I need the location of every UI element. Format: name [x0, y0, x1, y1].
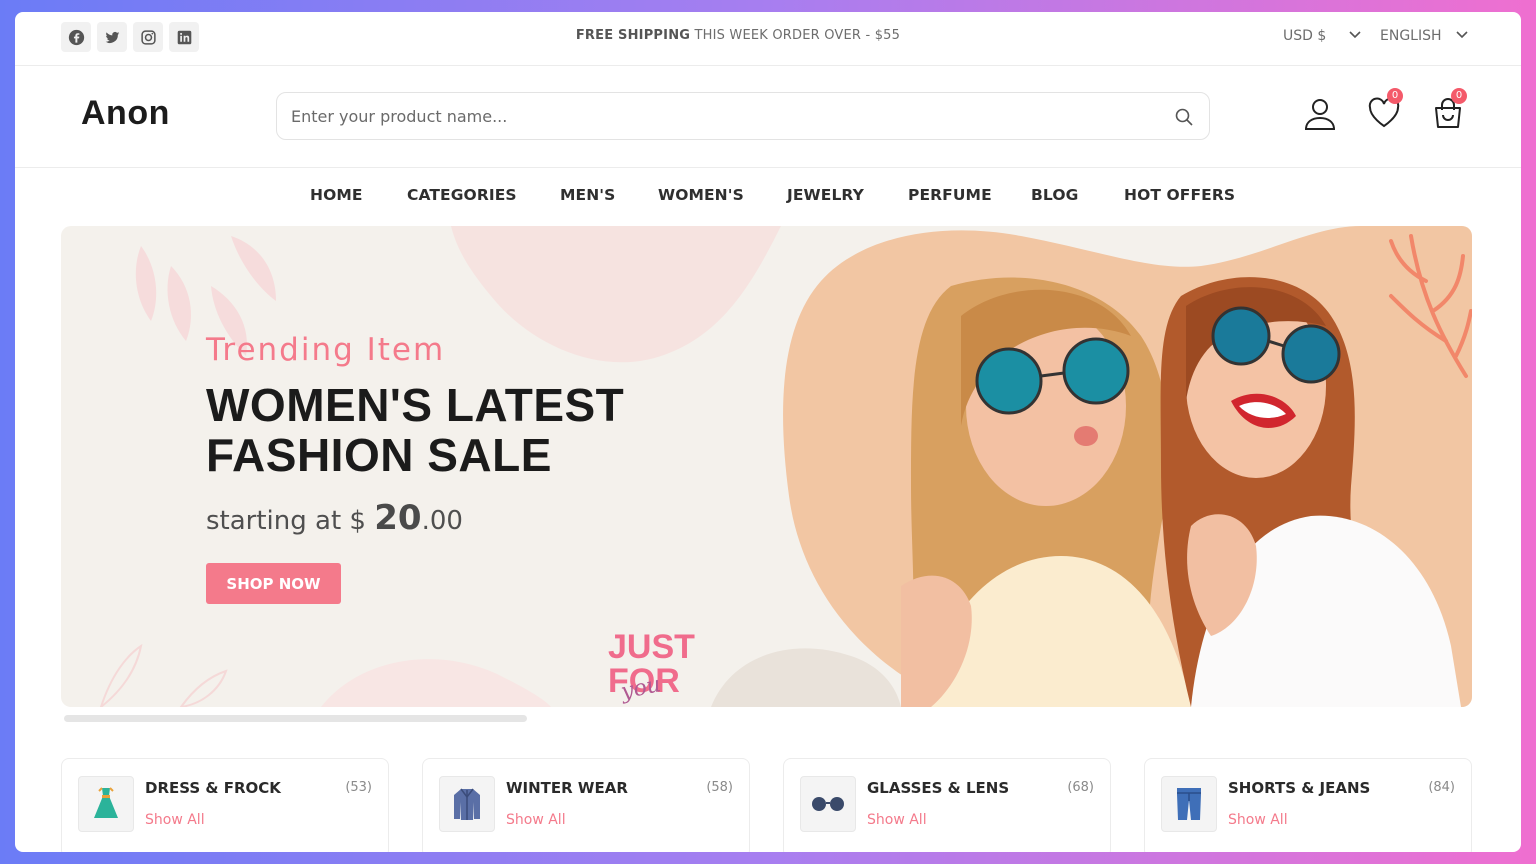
- language-select[interactable]: ENGLISH: [1380, 28, 1442, 44]
- nav-item-jewelry[interactable]: JEWELRY: [787, 186, 864, 204]
- price-main: 20: [374, 498, 422, 538]
- banner-price: starting at $ 20.00: [206, 498, 624, 538]
- main-nav: HOME CATEGORIES MEN'S WOMEN'S JEWELRY PE…: [15, 184, 1521, 212]
- show-all-link[interactable]: Show All: [145, 812, 205, 828]
- nav-item-perfume[interactable]: PERFUME: [908, 186, 992, 204]
- category-title: DRESS & FROCK: [145, 779, 281, 797]
- nav-item-categories[interactable]: CATEGORIES: [407, 186, 517, 204]
- promo-text: THIS WEEK ORDER OVER - $55: [690, 28, 901, 43]
- search-input[interactable]: [291, 101, 1151, 131]
- banner-title-line-1: WOMEN'S LATEST: [206, 379, 625, 431]
- show-all-link[interactable]: Show All: [867, 812, 927, 828]
- top-bar: FREE SHIPPING THIS WEEK ORDER OVER - $55…: [15, 12, 1521, 66]
- slider-scrollbar[interactable]: [64, 715, 527, 722]
- coat-icon: [439, 776, 495, 832]
- jeans-icon: [1161, 776, 1217, 832]
- category-title: SHORTS & JEANS: [1228, 779, 1371, 797]
- show-all-link[interactable]: Show All: [506, 812, 566, 828]
- search-icon[interactable]: [1174, 107, 1194, 127]
- wishlist-button[interactable]: 0: [1367, 88, 1407, 136]
- nav-item-hot-offers[interactable]: HOT OFFERS: [1124, 186, 1235, 204]
- chevron-down-icon[interactable]: [1349, 31, 1361, 39]
- cart-button[interactable]: 0: [1431, 88, 1471, 136]
- wishlist-count-badge: 0: [1387, 88, 1403, 104]
- category-count: (58): [706, 780, 733, 795]
- glasses-icon: [800, 776, 856, 832]
- user-icon: [1304, 99, 1336, 130]
- nav-item-home[interactable]: HOME: [310, 186, 363, 204]
- price-prefix: starting at $: [206, 506, 375, 536]
- category-card[interactable]: SHORTS & JEANS (84) Show All: [1144, 758, 1472, 852]
- category-count: (68): [1067, 780, 1094, 795]
- page-frame: FREE SHIPPING THIS WEEK ORDER OVER - $55…: [15, 12, 1521, 852]
- promo-highlight: FREE SHIPPING: [575, 28, 691, 43]
- category-card[interactable]: DRESS & FROCK (53) Show All: [61, 758, 389, 852]
- main-header: Anon 0 0: [15, 66, 1521, 168]
- price-cents: .00: [421, 506, 463, 536]
- chevron-down-icon[interactable]: [1456, 31, 1468, 39]
- account-button[interactable]: [1302, 96, 1342, 136]
- dress-icon: [78, 776, 134, 832]
- category-count: (53): [345, 780, 372, 795]
- category-title: WINTER WEAR: [506, 779, 628, 797]
- nav-item-womens[interactable]: WOMEN'S: [658, 186, 744, 204]
- banner-title-line-2: FASHION SALE: [206, 429, 552, 481]
- banner-content: Trending Item WOMEN'S LATEST FASHION SAL…: [206, 332, 624, 538]
- currency-select[interactable]: USD $: [1283, 28, 1326, 44]
- show-all-link[interactable]: Show All: [1228, 812, 1288, 828]
- site-logo[interactable]: Anon: [81, 94, 170, 133]
- hero-banner: Trending Item WOMEN'S LATEST FASHION SAL…: [61, 226, 1472, 707]
- nav-item-blog[interactable]: BLOG: [1031, 186, 1078, 204]
- shop-now-button[interactable]: SHOP NOW: [206, 563, 341, 604]
- banner-subtitle: Trending Item: [206, 332, 446, 368]
- cart-count-badge: 0: [1451, 88, 1467, 104]
- nav-item-mens[interactable]: MEN'S: [560, 186, 615, 204]
- category-card[interactable]: GLASSES & LENS (68) Show All: [783, 758, 1111, 852]
- banner-title: WOMEN'S LATEST FASHION SALE: [206, 380, 624, 480]
- category-card[interactable]: WINTER WEAR (58) Show All: [422, 758, 750, 852]
- search-bar: [276, 92, 1210, 140]
- shipping-promo: FREE SHIPPING THIS WEEK ORDER OVER - $55: [15, 28, 1461, 43]
- category-count: (84): [1428, 780, 1455, 795]
- category-title: GLASSES & LENS: [867, 779, 1010, 797]
